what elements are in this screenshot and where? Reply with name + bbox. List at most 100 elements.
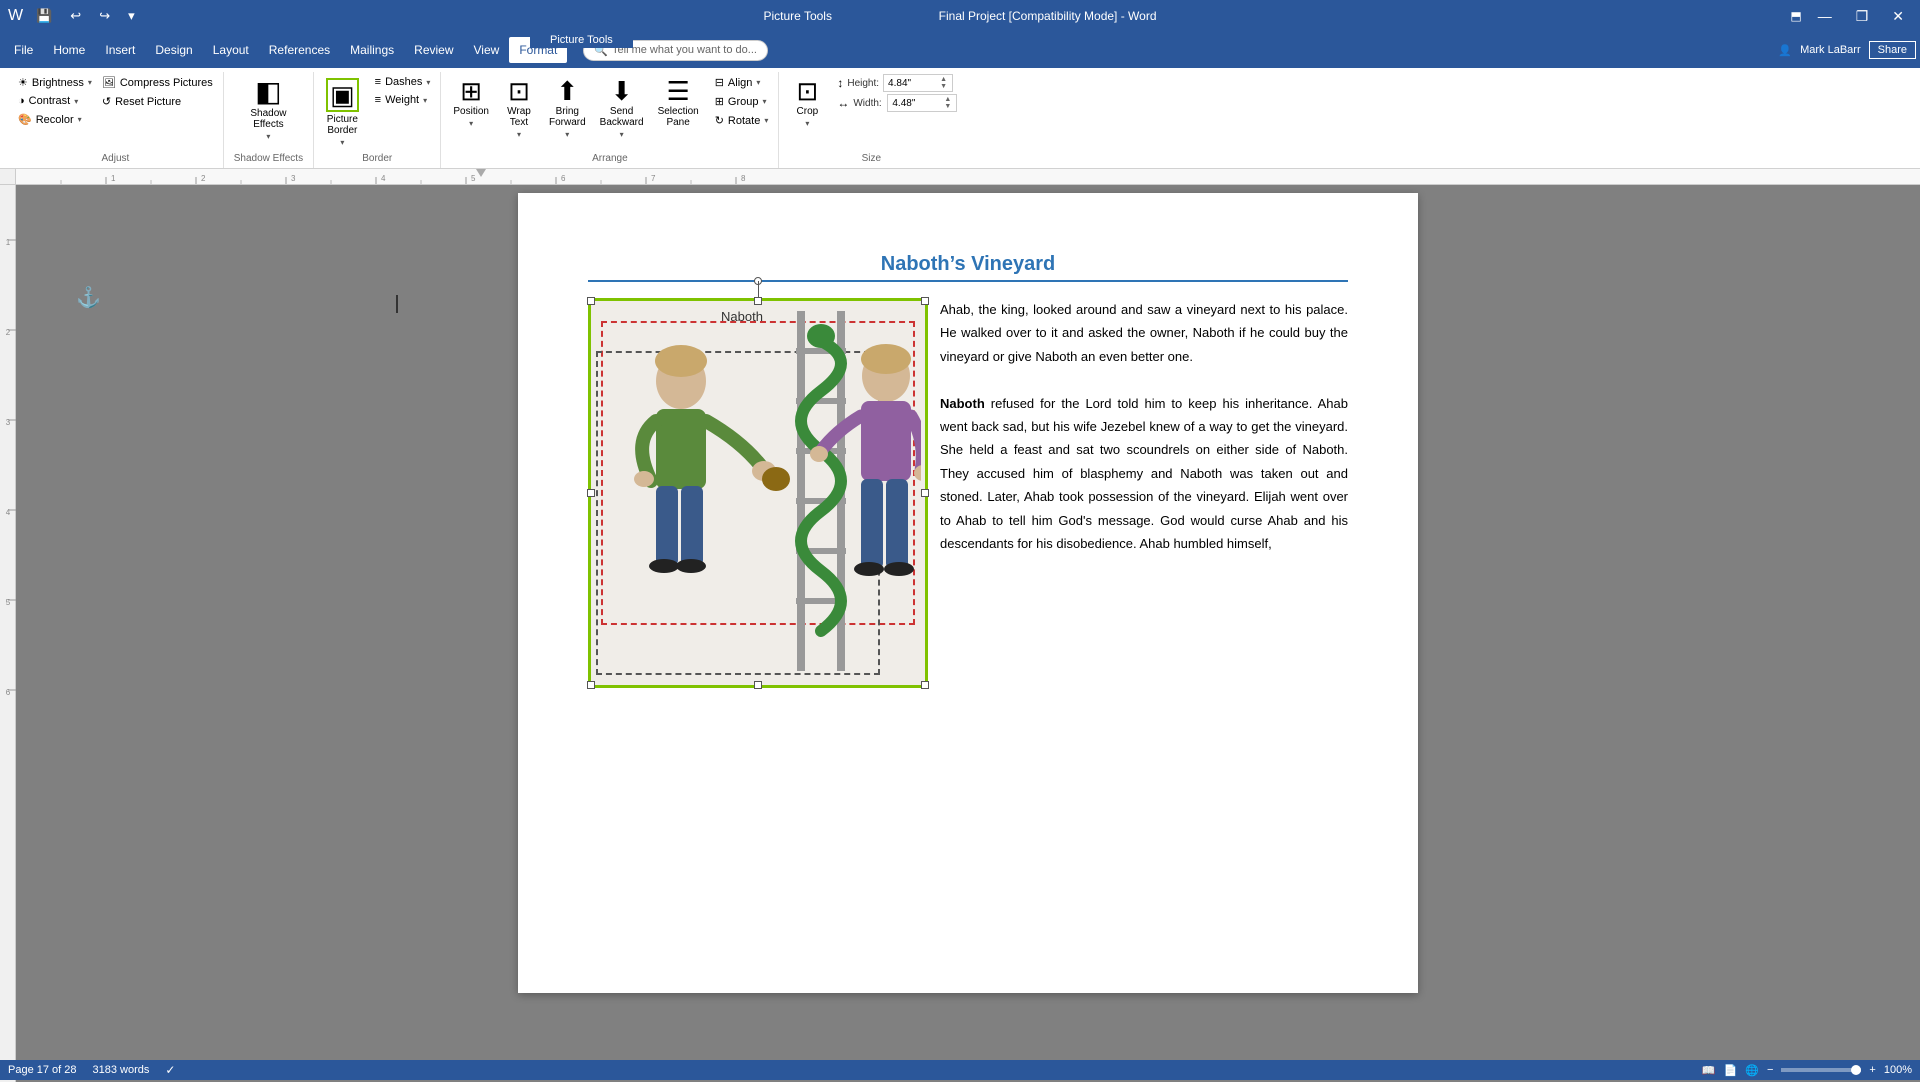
save-button[interactable]: 💾 (31, 6, 57, 26)
adjust-col2: 🖼 Compress Pictures ↺ Reset Picture (98, 74, 217, 110)
width-icon: ↔ (837, 96, 849, 110)
zoom-plus-button[interactable]: + (1869, 1064, 1875, 1076)
handle-br[interactable] (921, 681, 929, 689)
menu-home[interactable]: Home (43, 37, 95, 63)
document-page[interactable]: Naboth’s Vineyard (518, 193, 1418, 993)
anchor-symbol: ⚓ (76, 285, 101, 310)
web-view-button[interactable]: 🌐 (1745, 1064, 1759, 1077)
dashes-button[interactable]: ≡ Dashes ▾ (371, 74, 435, 90)
width-label: Width: (853, 98, 883, 109)
border-content: ▣ PictureBorder ▾ ≡ Dashes ▾ ≡ Weight ▾ (320, 74, 434, 151)
title-bar: W 💾 ↩ ↪ ▾ Picture Tools Final Project [C… (0, 0, 1920, 32)
send-backward-label: SendBackward (600, 106, 644, 128)
send-backward-button[interactable]: ⬇ SendBackward ▾ (594, 74, 650, 143)
bring-forward-button[interactable]: ⬆ BringForward ▾ (543, 74, 592, 143)
brightness-button[interactable]: ☀ Brightness ▾ (14, 74, 96, 91)
width-row: ↔ Width: 4.48" ▲ ▼ (837, 94, 957, 112)
height-up-button[interactable]: ▲ (939, 76, 948, 83)
handle-bl[interactable] (587, 681, 595, 689)
share-button[interactable]: Share (1869, 41, 1916, 59)
shadow-effects-button[interactable]: ◧ ShadowEffects ▾ (244, 74, 292, 145)
handle-tr[interactable] (921, 297, 929, 305)
border-label: Border (320, 151, 434, 166)
user-area: 👤 Mark LaBarr Share (1778, 41, 1916, 59)
image-label-naboth: Naboth (721, 309, 763, 324)
align-icon: ⊟ (715, 76, 724, 89)
height-row: ↕ Height: 4.84" ▲ ▼ (837, 74, 957, 92)
align-button[interactable]: ⊟ Align ▾ (711, 74, 773, 91)
status-right: 📖 📄 🌐 − + 100% (1702, 1064, 1912, 1077)
group-dropdown-arrow: ▾ (763, 97, 767, 106)
close-button[interactable]: ✕ (1884, 4, 1912, 29)
adjust-col1: ☀ Brightness ▾ ◑ Contrast ▾ 🎨 Recolor ▾ (14, 74, 96, 128)
width-input[interactable]: 4.48" ▲ ▼ (887, 94, 957, 112)
height-down-button[interactable]: ▼ (939, 83, 948, 90)
ruler-horizontal: // We'll draw this with inline static ma… (16, 169, 1920, 184)
menu-references[interactable]: References (259, 37, 340, 63)
group-button[interactable]: ⊞ Group ▾ (711, 93, 773, 110)
spell-check-icon[interactable]: ✓ (165, 1063, 175, 1077)
menu-file[interactable]: File (4, 37, 43, 63)
ruler-svg: // We'll draw this with inline static ma… (16, 169, 1920, 184)
menu-bar: File Home Insert Design Layout Reference… (0, 32, 1920, 68)
brightness-label: Brightness (32, 77, 84, 89)
wrap-text-button[interactable]: ⊡ WrapText ▾ (497, 74, 541, 143)
zoom-slider[interactable] (1781, 1068, 1861, 1072)
height-input[interactable]: 4.84" ▲ ▼ (883, 74, 953, 92)
handle-tc[interactable] (754, 297, 762, 305)
wrap-text-label: WrapText (507, 106, 531, 128)
ribbon-group-border: ▣ PictureBorder ▾ ≡ Dashes ▾ ≡ Weight ▾ … (314, 72, 441, 168)
handle-mr[interactable] (921, 489, 929, 497)
position-button[interactable]: ⊞ Position ▾ (447, 74, 495, 132)
menu-view[interactable]: View (464, 37, 510, 63)
minimize-button[interactable]: — (1810, 4, 1840, 28)
width-down-button[interactable]: ▼ (943, 103, 952, 110)
width-spinners[interactable]: ▲ ▼ (943, 96, 952, 110)
compress-pictures-button[interactable]: 🖼 Compress Pictures (98, 74, 217, 91)
contrast-dropdown-arrow: ▾ (74, 97, 78, 106)
shadow-content: ◧ ShadowEffects ▾ (244, 74, 292, 151)
customize-qat-button[interactable]: ▾ (123, 6, 140, 26)
undo-button[interactable]: ↩ (65, 6, 86, 26)
selection-pane-button[interactable]: ☰ SelectionPane (652, 74, 705, 132)
svg-text:3: 3 (291, 174, 296, 183)
title-bar-center: Picture Tools Final Project [Compatibili… (763, 9, 1156, 23)
zoom-minus-button[interactable]: − (1767, 1064, 1773, 1076)
read-view-button[interactable]: 📖 (1702, 1064, 1716, 1077)
crop-icon: ⊡ (796, 78, 818, 104)
context-tool-label: Picture Tools (763, 9, 831, 23)
arrange-label: Arrange (447, 151, 772, 166)
menu-insert[interactable]: Insert (95, 37, 145, 63)
bring-forward-label: BringForward (549, 106, 586, 128)
ribbon-display-button[interactable]: ⬒ (1790, 9, 1801, 23)
picture-border-button[interactable]: ▣ PictureBorder ▾ (320, 74, 365, 151)
redo-button[interactable]: ↪ (94, 6, 115, 26)
svg-text:4: 4 (6, 508, 11, 517)
width-value: 4.48" (892, 98, 915, 109)
doc-area[interactable]: ⚓ Naboth’s Vineyard (16, 185, 1920, 1082)
menu-mailings[interactable]: Mailings (340, 37, 404, 63)
tell-me-text: Tell me what you want to do... (612, 44, 757, 56)
weight-button[interactable]: ≡ Weight ▾ (371, 92, 435, 108)
crop-button[interactable]: ⊡ Crop ▾ (785, 74, 829, 132)
restore-button[interactable]: ❐ (1848, 4, 1877, 29)
send-backward-icon: ⬇ (611, 78, 633, 104)
menu-review[interactable]: Review (404, 37, 463, 63)
image-wrapper[interactable]: Naboth (588, 298, 928, 688)
menu-layout[interactable]: Layout (203, 37, 259, 63)
handle-ml[interactable] (587, 489, 595, 497)
rotate-button[interactable]: ↻ Rotate ▾ (711, 112, 773, 129)
recolor-button[interactable]: 🎨 Recolor ▾ (14, 111, 96, 128)
menu-design[interactable]: Design (145, 37, 202, 63)
svg-text:6: 6 (6, 688, 11, 697)
handle-bc[interactable] (754, 681, 762, 689)
handle-tl[interactable] (587, 297, 595, 305)
width-up-button[interactable]: ▲ (943, 96, 952, 103)
height-spinners[interactable]: ▲ ▼ (939, 76, 948, 90)
reset-picture-button[interactable]: ↺ Reset Picture (98, 93, 217, 110)
contrast-button[interactable]: ◑ Contrast ▾ (14, 93, 96, 109)
picture-border-icon: ▣ (326, 78, 359, 112)
print-view-button[interactable]: 📄 (1724, 1064, 1738, 1077)
svg-text:4: 4 (381, 174, 386, 183)
bring-forward-icon: ⬆ (556, 78, 578, 104)
